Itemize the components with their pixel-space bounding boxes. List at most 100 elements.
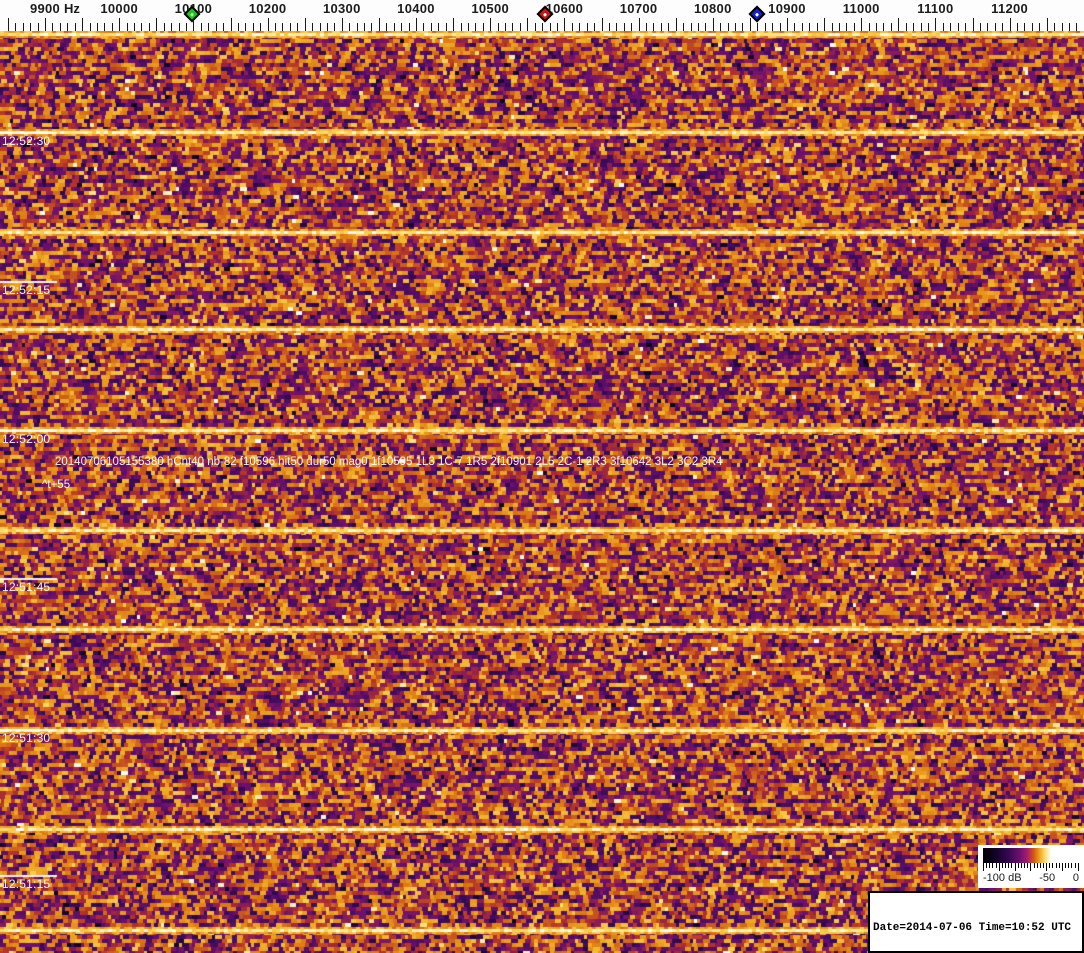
freq-ruler-tick	[297, 23, 298, 31]
freq-ruler-tick	[290, 23, 291, 31]
freq-ruler-tick	[520, 23, 521, 31]
freq-ruler-tick	[394, 23, 395, 31]
freq-ruler-tick	[490, 18, 491, 31]
freq-ruler-tick	[921, 23, 922, 31]
freq-ruler-tick	[431, 23, 432, 31]
marker-center-dot	[754, 12, 760, 17]
freq-ruler-tick	[898, 18, 899, 31]
time-axis-label: 12:51:30	[2, 731, 51, 745]
blue-marker-diamond-icon[interactable]	[748, 5, 766, 23]
db-ruler-tick	[1030, 863, 1032, 871]
freq-ruler-tick	[260, 23, 261, 31]
freq-ruler-tick	[201, 23, 202, 31]
freq-ruler-tick	[720, 23, 721, 31]
freq-ruler-tick	[416, 18, 417, 31]
freq-axis-label: 10900	[768, 1, 806, 16]
freq-ruler-tick	[950, 23, 951, 31]
freq-ruler-tick	[564, 18, 565, 31]
freq-ruler-tick	[550, 23, 551, 31]
freq-ruler-tick	[75, 23, 76, 31]
freq-ruler-tick	[379, 18, 380, 31]
freq-ruler-tick	[750, 18, 751, 31]
observation-info-box: Date=2014-07-06 Time=10:52 UTC Freq=143 …	[868, 891, 1084, 953]
db-scale-ruler	[983, 863, 1079, 871]
db-ruler-tick	[1046, 863, 1048, 871]
freq-ruler-tick	[987, 23, 988, 31]
freq-ruler-tick	[446, 23, 447, 31]
db-ruler-tick	[1055, 863, 1057, 868]
frequency-unit-label: Hz	[64, 1, 80, 16]
freq-ruler-tick	[134, 23, 135, 31]
db-ruler-tick	[1036, 863, 1038, 868]
freq-ruler-tick	[253, 23, 254, 31]
db-ruler-tick	[1017, 863, 1019, 868]
db-ruler-tick	[992, 863, 994, 868]
freq-ruler-tick	[179, 23, 180, 31]
marker-center-dot	[190, 12, 195, 17]
db-ruler-tick	[1001, 863, 1003, 868]
freq-ruler-tick	[787, 18, 788, 31]
freq-ruler-tick	[364, 23, 365, 31]
freq-ruler-tick	[386, 23, 387, 31]
freq-ruler-tick	[320, 23, 321, 31]
db-ruler-tick	[1008, 863, 1010, 868]
colormap-gradient-bar	[983, 848, 1079, 863]
freq-ruler-tick	[282, 23, 283, 31]
db-ruler-tick	[1033, 863, 1035, 868]
time-axis-label: 12:51:15	[2, 877, 51, 891]
freq-ruler-tick	[156, 18, 157, 31]
db-ruler-tick	[1042, 863, 1044, 868]
db-ruler-tick	[1039, 863, 1041, 868]
freq-ruler-tick	[876, 23, 877, 31]
freq-ruler-tick	[45, 18, 46, 31]
freq-axis-label: 10700	[619, 1, 658, 16]
freq-ruler-tick	[30, 23, 31, 31]
freq-ruler-tick	[616, 23, 617, 31]
freq-ruler-tick	[542, 23, 543, 31]
freq-ruler-tick	[965, 23, 966, 31]
freq-ruler-tick	[423, 23, 424, 31]
freq-axis-label: 10800	[693, 1, 732, 16]
spectrogram-waterfall[interactable]	[0, 31, 1084, 953]
freq-ruler-tick	[505, 23, 506, 31]
freq-axis-label: 10400	[397, 1, 435, 16]
freq-ruler-tick	[802, 23, 803, 31]
freq-ruler-tick	[38, 23, 39, 31]
freq-ruler-tick	[1069, 23, 1070, 31]
freq-ruler-tick	[60, 23, 61, 31]
freq-ruler-tick	[475, 23, 476, 31]
freq-ruler-tick	[1002, 23, 1003, 31]
freq-ruler-tick	[1024, 23, 1025, 31]
db-label-min: -100 dB	[983, 872, 1022, 884]
db-ruler-tick	[989, 863, 991, 868]
freq-ruler-tick	[349, 23, 350, 31]
freq-ruler-tick	[883, 23, 884, 31]
marker-center-dot	[542, 12, 547, 17]
freq-axis-label: 10200	[248, 1, 287, 16]
db-ruler-tick	[1061, 863, 1063, 871]
freq-ruler-tick	[104, 23, 105, 31]
freq-ruler-tick	[609, 23, 610, 31]
freq-ruler-tick	[409, 23, 410, 31]
time-axis-label: 12:51:45	[2, 580, 51, 594]
time-axis-label: 12:52:00	[2, 432, 51, 446]
frequency-axis: Hz 9900100001010010200103001040010500106…	[0, 0, 1084, 31]
db-ruler-tick	[1065, 863, 1067, 868]
freq-ruler-tick	[683, 23, 684, 31]
freq-ruler-tick	[861, 18, 862, 31]
freq-ruler-tick	[82, 18, 83, 31]
db-ruler-tick	[1014, 863, 1016, 871]
freq-ruler-tick	[186, 23, 187, 31]
db-ruler-tick	[1027, 863, 1029, 868]
freq-ruler-tick	[327, 23, 328, 31]
freq-axis-label: 10000	[100, 1, 139, 16]
db-ruler-tick	[1058, 863, 1060, 868]
freq-ruler-tick	[891, 23, 892, 31]
freq-ruler-tick	[572, 23, 573, 31]
freq-ruler-tick	[119, 18, 120, 31]
freq-ruler-tick	[97, 23, 98, 31]
freq-ruler-tick	[52, 23, 53, 31]
freq-ruler-tick	[15, 23, 16, 31]
freq-ruler-tick	[995, 23, 996, 31]
freq-ruler-tick	[483, 23, 484, 31]
